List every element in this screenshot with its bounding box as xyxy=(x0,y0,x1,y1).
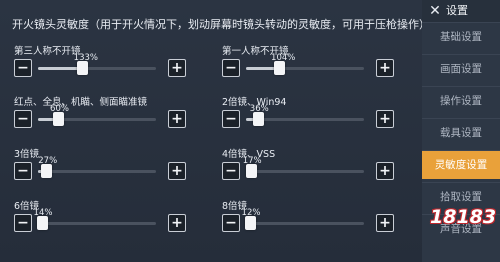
slider-thumb[interactable] xyxy=(41,164,53,178)
slider-label: 红点、全息、机瞄、侧面瞄准镜 xyxy=(14,97,148,108)
sensitivity-slider-group: 8倍镜 − 12% + xyxy=(222,198,402,242)
slider-thumb[interactable] xyxy=(76,61,88,75)
slider-track[interactable]: 14% xyxy=(34,208,156,230)
slider-track[interactable]: 133% xyxy=(38,53,156,75)
increase-button[interactable]: + xyxy=(376,162,394,180)
increase-button[interactable]: + xyxy=(168,214,186,232)
slider-label: 3倍镜 xyxy=(14,149,40,160)
slider-fill xyxy=(38,67,82,70)
slider-track[interactable]: 104% xyxy=(246,53,364,75)
decrease-button[interactable]: − xyxy=(222,162,240,180)
sidebar-item[interactable]: 基础设置 xyxy=(422,22,500,51)
decrease-button[interactable]: − xyxy=(14,110,32,128)
decrease-button[interactable]: − xyxy=(222,59,240,77)
slider-label: 第三人称不开镜 xyxy=(14,46,81,57)
sensitivity-panel: 开火镜头灵敏度（用于开火情况下，划动屏幕时镜头转动的灵敏度，可用于压枪操作） 第… xyxy=(0,0,430,262)
decrease-button[interactable]: − xyxy=(222,110,240,128)
increase-button[interactable]: + xyxy=(168,59,186,77)
decrease-button[interactable]: − xyxy=(14,162,32,180)
sensitivity-slider-group: 红点、全息、机瞄、侧面瞄准镜 − 60% + xyxy=(14,94,194,138)
slider-track[interactable]: 36% xyxy=(246,104,364,126)
slider-track[interactable]: 12% xyxy=(242,208,364,230)
sensitivity-slider-group: 6倍镜 − 14% + xyxy=(14,198,194,242)
increase-button[interactable]: + xyxy=(168,162,186,180)
close-icon[interactable]: ✕ xyxy=(426,2,444,20)
sensitivity-slider-group: 4倍镜、VSS − 17% + xyxy=(222,146,402,190)
increase-button[interactable]: + xyxy=(168,110,186,128)
slider-thumb[interactable] xyxy=(53,112,65,126)
decrease-button[interactable]: − xyxy=(14,214,32,232)
decrease-button[interactable]: − xyxy=(14,59,32,77)
slider-thumb[interactable] xyxy=(244,216,256,230)
slider-track[interactable]: 60% xyxy=(38,104,156,126)
section-header: 开火镜头灵敏度（用于开火情况下，划动屏幕时镜头转动的灵敏度，可用于压枪操作） xyxy=(12,18,430,31)
sensitivity-slider-group: 2倍镜、Win94 − 36% + xyxy=(222,94,402,138)
sidebar-item[interactable]: 灵敏度设置 xyxy=(422,150,500,179)
slider-track[interactable]: 27% xyxy=(38,156,156,178)
sidebar-item[interactable]: 操作设置 xyxy=(422,86,500,115)
increase-button[interactable]: + xyxy=(376,214,394,232)
slider-thumb[interactable] xyxy=(245,164,257,178)
sidebar-item[interactable]: 载具设置 xyxy=(422,118,500,147)
sensitivity-slider-group: 第一人称不开镜 − 104% + xyxy=(222,43,402,87)
slider-thumb[interactable] xyxy=(274,61,286,75)
slider-thumb[interactable] xyxy=(36,216,48,230)
sensitivity-slider-group: 第三人称不开镜 − 133% + xyxy=(14,43,194,87)
slider-thumb[interactable] xyxy=(252,112,264,126)
increase-button[interactable]: + xyxy=(376,59,394,77)
watermark-logo: 18183 xyxy=(430,206,497,228)
slider-track[interactable]: 17% xyxy=(243,156,364,178)
sensitivity-slider-group: 3倍镜 − 27% + xyxy=(14,146,194,190)
sidebar-item[interactable]: 画面设置 xyxy=(422,54,500,83)
increase-button[interactable]: + xyxy=(376,110,394,128)
decrease-button[interactable]: − xyxy=(222,214,240,232)
